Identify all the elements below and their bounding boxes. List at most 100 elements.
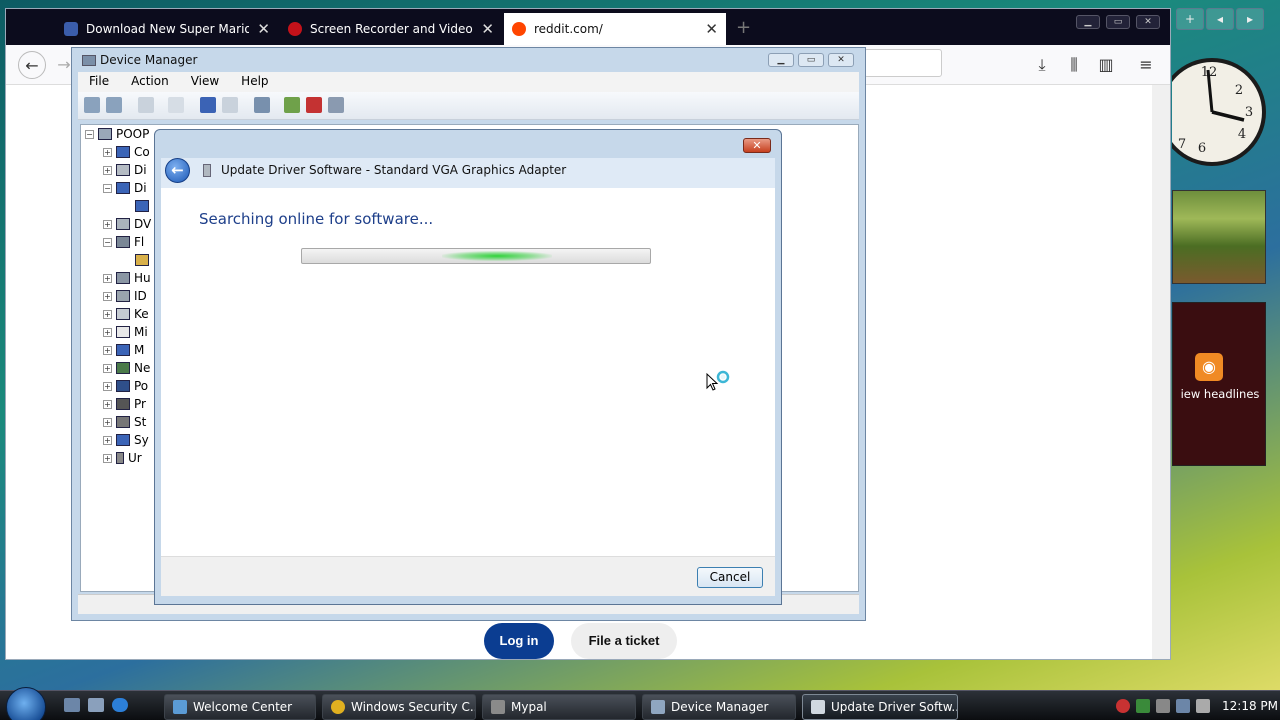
device-icon [116, 146, 130, 158]
disk-icon [116, 164, 130, 176]
close-button[interactable]: ✕ [828, 53, 854, 67]
menu-view[interactable]: View [180, 72, 230, 92]
page-scrollbar[interactable] [1152, 85, 1170, 659]
tree-item[interactable]: + M [103, 341, 144, 359]
sidebar-icon[interactable]: ▥ [1092, 51, 1120, 79]
show-desktop-icon[interactable] [64, 698, 80, 712]
device-manager-icon [651, 700, 665, 714]
menu-file[interactable]: File [78, 72, 120, 92]
close-tab-icon[interactable]: ✕ [481, 20, 494, 38]
tree-item[interactable]: + Ne [103, 359, 150, 377]
task-mypal[interactable]: Mypal [482, 694, 636, 720]
minimize-button[interactable]: ▁ [1076, 15, 1100, 29]
slideshow-gadget[interactable] [1172, 190, 1266, 284]
back-arrow-icon[interactable] [84, 97, 100, 113]
disable-icon[interactable] [328, 97, 344, 113]
add-gadget-icon[interactable]: + [1176, 8, 1204, 30]
tree-item[interactable]: + Mi [103, 323, 148, 341]
tree-item[interactable]: + Co [103, 143, 150, 161]
tree-item[interactable]: + Sy [103, 431, 149, 449]
tree-item[interactable] [135, 251, 149, 269]
tab-label: Download New Super Mario Fo [86, 22, 250, 36]
tree-item[interactable]: + St [103, 413, 146, 431]
new-tab-button[interactable]: + [736, 17, 751, 38]
next-icon[interactable]: ▸ [1236, 8, 1264, 30]
reddit-favicon-icon [512, 22, 526, 36]
login-button[interactable]: Log in [484, 623, 554, 659]
minimize-button[interactable]: ▁ [768, 53, 794, 67]
tree-item[interactable]: − Di [103, 179, 147, 197]
tab-label: reddit.com/ [534, 22, 603, 36]
update-driver-icon[interactable] [284, 97, 300, 113]
volume-icon[interactable] [1196, 699, 1210, 713]
tree-item[interactable]: + Po [103, 377, 148, 395]
feed-headlines-label[interactable]: iew headlines [1173, 387, 1267, 401]
library-icon[interactable]: ⫼ [1060, 51, 1088, 79]
usb-icon [116, 452, 124, 464]
close-tab-icon[interactable]: ✕ [705, 20, 718, 38]
clock-time[interactable]: 12:18 PM [1222, 699, 1278, 713]
tree-item[interactable]: + Hu [103, 269, 151, 287]
view-icon[interactable] [222, 97, 238, 113]
storage-icon [116, 416, 130, 428]
network-icon[interactable] [1156, 699, 1170, 713]
switch-windows-icon[interactable] [88, 698, 104, 712]
menu-action[interactable]: Action [120, 72, 180, 92]
maximize-button[interactable]: ▭ [1106, 15, 1130, 29]
record-favicon-icon [288, 22, 302, 36]
uninstall-icon[interactable] [306, 97, 322, 113]
tab-label: Screen Recorder and Video Cutt [310, 22, 473, 36]
menu-help[interactable]: Help [230, 72, 279, 92]
url-field[interactable] [864, 49, 942, 77]
previous-icon[interactable]: ◂ [1206, 8, 1234, 30]
display-icon[interactable] [1176, 699, 1190, 713]
show-hide-tree-icon[interactable] [138, 97, 154, 113]
maximize-button[interactable]: ▭ [798, 53, 824, 67]
forward-arrow-icon[interactable] [106, 97, 122, 113]
tree-item[interactable]: + Pr [103, 395, 146, 413]
tree-item-selected[interactable] [135, 197, 149, 215]
internet-explorer-icon[interactable] [112, 698, 128, 712]
start-button[interactable] [6, 687, 46, 720]
dialog-title: Update Driver Software - Standard VGA Gr… [221, 163, 567, 177]
back-button[interactable]: ← [18, 51, 46, 79]
cancel-button[interactable]: Cancel [697, 567, 763, 588]
port-icon [116, 380, 130, 392]
tab-super-mario[interactable]: Download New Super Mario Fo ✕ [56, 13, 278, 45]
dialog-close-button[interactable]: ✕ [743, 138, 771, 153]
floppy-icon [116, 236, 130, 248]
tree-item[interactable]: + Ur [103, 449, 142, 467]
display-adapter-icon [135, 200, 149, 212]
tree-item[interactable]: + Di [103, 161, 147, 179]
display-icon [116, 182, 130, 194]
task-windows-security[interactable]: Windows Security C... [322, 694, 476, 720]
properties-icon[interactable] [168, 97, 184, 113]
progress-marquee [442, 251, 552, 261]
scan-hardware-icon[interactable] [254, 97, 270, 113]
file-ticket-button[interactable]: File a ticket [571, 623, 677, 659]
feed-headlines-gadget[interactable]: ◉ iew headlines [1172, 302, 1266, 466]
menu-icon[interactable]: ≡ [1132, 51, 1160, 79]
close-tab-icon[interactable]: ✕ [257, 20, 270, 38]
tab-reddit[interactable]: reddit.com/ ✕ [504, 13, 726, 45]
tree-item[interactable]: + ID [103, 287, 147, 305]
clock-gadget[interactable]: 1223 467 [1158, 52, 1268, 172]
welcome-center-icon [173, 700, 187, 714]
tree-item[interactable]: + DV [103, 215, 151, 233]
task-welcome-center[interactable]: Welcome Center [164, 694, 316, 720]
tree-root[interactable]: − POOP [85, 125, 149, 143]
tree-item[interactable]: + Ke [103, 305, 149, 323]
tab-screen-recorder[interactable]: Screen Recorder and Video Cutt ✕ [280, 13, 502, 45]
task-device-manager[interactable]: Device Manager [642, 694, 796, 720]
task-update-driver[interactable]: Update Driver Softw... [802, 694, 958, 720]
tree-item[interactable]: − Fl [103, 233, 144, 251]
back-button[interactable]: ← [165, 158, 190, 183]
help-icon[interactable] [200, 97, 216, 113]
security-alert-icon[interactable] [1116, 699, 1130, 713]
dvd-icon [116, 218, 130, 230]
download-icon[interactable]: ⤓ [1028, 51, 1056, 79]
hid-icon [116, 272, 130, 284]
close-button[interactable]: ✕ [1136, 15, 1160, 29]
dialog-footer: Cancel [161, 556, 775, 596]
update-icon[interactable] [1136, 699, 1150, 713]
